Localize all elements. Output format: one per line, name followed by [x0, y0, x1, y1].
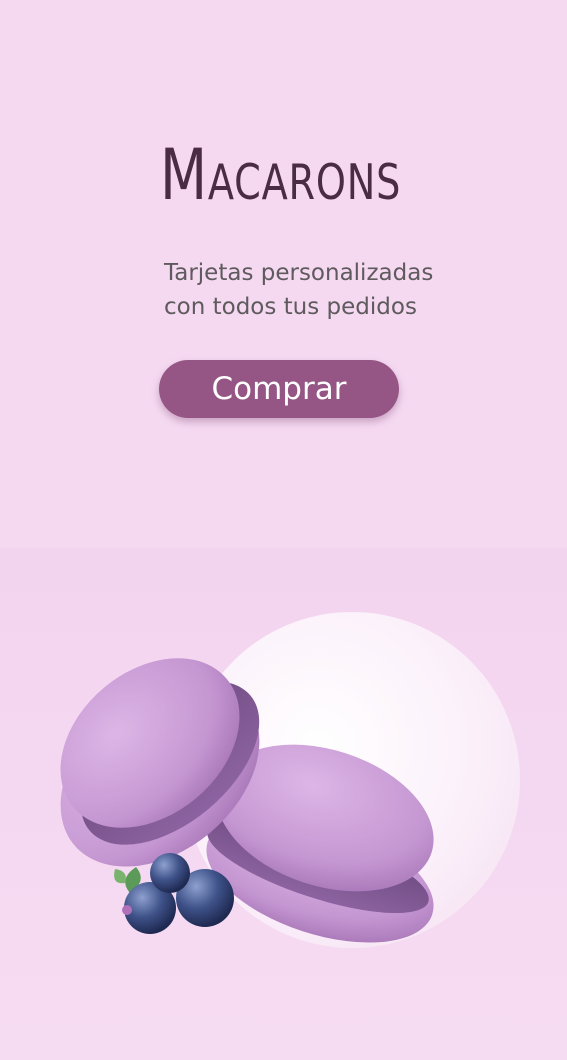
- page-title: Macarons: [160, 134, 402, 216]
- buy-button[interactable]: Comprar: [159, 360, 399, 418]
- macarons-image: [60, 658, 434, 943]
- subtitle-line-1: Tarjetas personalizadas: [164, 260, 434, 286]
- hero-section: Macarons Tarjetas personalizadas con tod…: [0, 0, 567, 548]
- subtitle: Tarjetas personalizadas con todos tus pe…: [164, 256, 494, 324]
- page: Macarons Tarjetas personalizadas con tod…: [0, 0, 567, 1060]
- subtitle-line-2: con todos tus pedidos: [164, 294, 417, 320]
